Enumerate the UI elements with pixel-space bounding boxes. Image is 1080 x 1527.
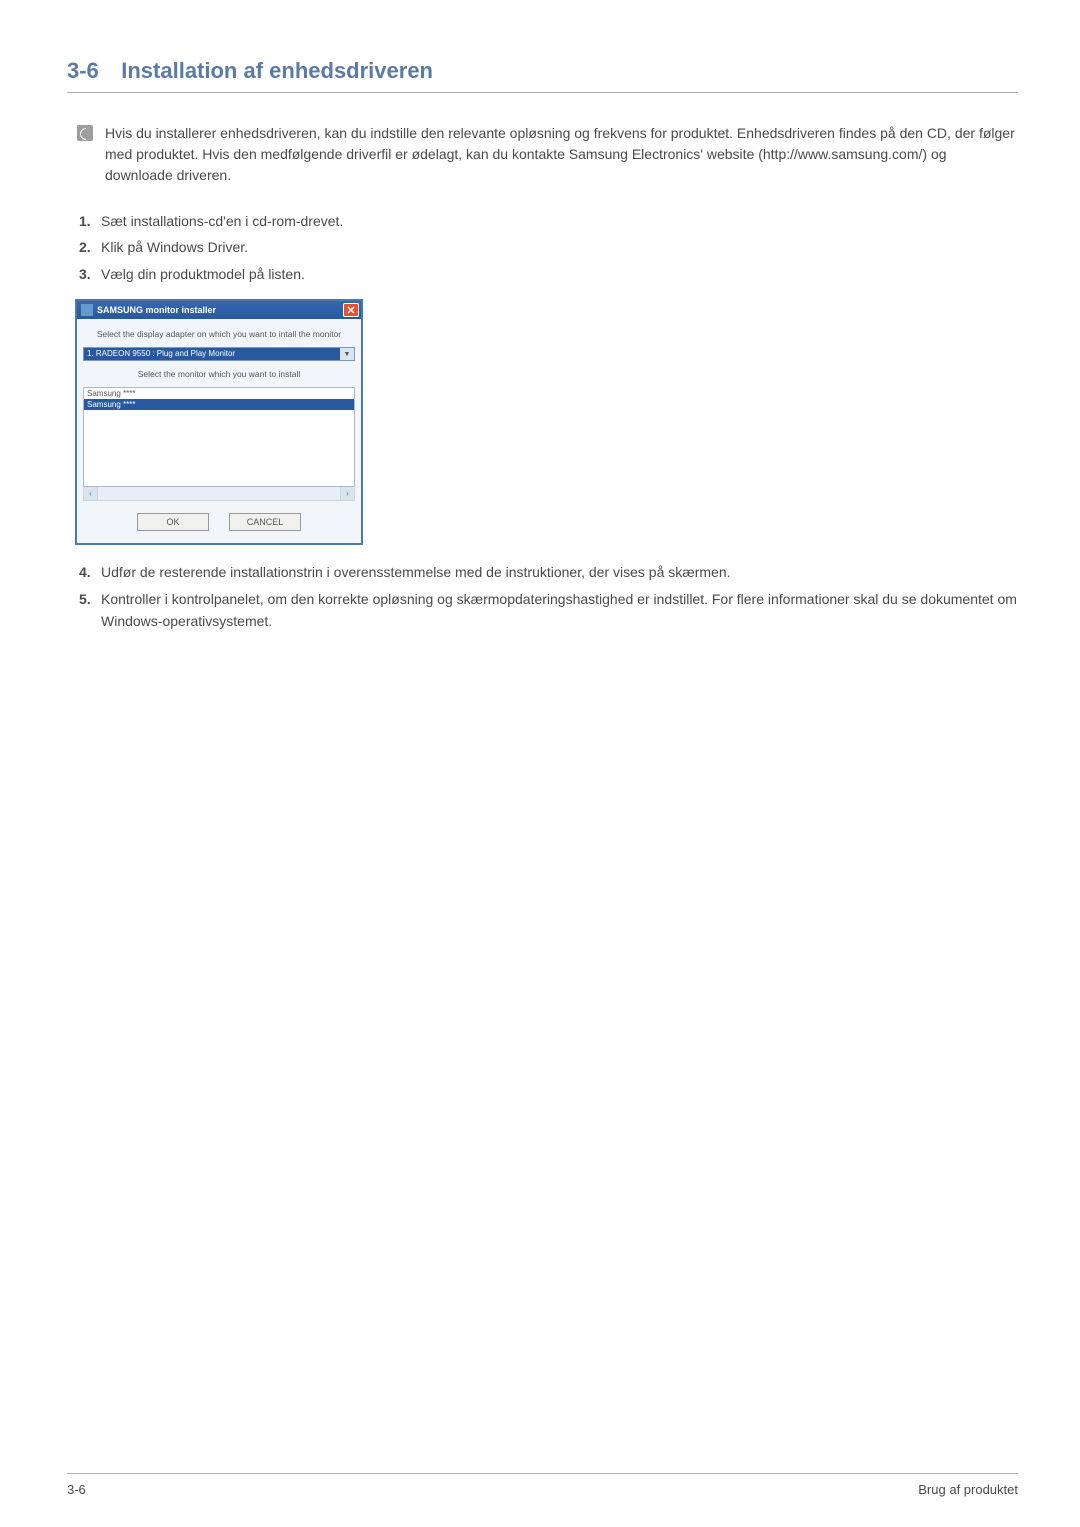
list-number: 4. (79, 561, 101, 583)
list-text: Udfør de resterende installationstrin i … (101, 561, 1018, 583)
section-header: 3-6 Installation af enhedsdriveren (67, 58, 1018, 93)
scroll-left-icon[interactable]: ‹ (84, 487, 98, 500)
list-number: 5. (79, 588, 101, 633)
section-number: 3-6 (67, 58, 99, 84)
list-item: 4. Udfør de resterende installationstrin… (79, 561, 1018, 583)
chevron-down-icon[interactable]: ▼ (340, 348, 354, 360)
list-text: Sæt installations-cd'en i cd-rom-drevet. (101, 210, 1018, 232)
page-footer: 3-6 Brug af produktet (67, 1473, 1018, 1497)
list-item: 2. Klik på Windows Driver. (79, 236, 1018, 258)
note-text: Hvis du installerer enhedsdriveren, kan … (105, 123, 1018, 186)
monitor-label: Select the monitor which you want to ins… (83, 369, 355, 379)
close-button[interactable]: ✕ (343, 303, 359, 317)
horizontal-scrollbar[interactable]: ‹ › (83, 487, 355, 501)
list-text: Kontroller i kontrolpanelet, om den korr… (101, 588, 1018, 633)
list-item: 1. Sæt installations-cd'en i cd-rom-drev… (79, 210, 1018, 232)
section-title: Installation af enhedsdriveren (121, 58, 433, 84)
steps-list-a: 1. Sæt installations-cd'en i cd-rom-drev… (79, 210, 1018, 285)
list-item: 5. Kontroller i kontrolpanelet, om den k… (79, 588, 1018, 633)
monitor-list-item[interactable]: Samsung **** (84, 388, 354, 399)
list-item: 3. Vælg din produktmodel på listen. (79, 263, 1018, 285)
installer-dialog: SAMSUNG monitor installer ✕ Select the d… (75, 299, 363, 545)
list-number: 3. (79, 263, 101, 285)
dialog-body: Select the display adapter on which you … (77, 319, 361, 543)
footer-left: 3-6 (67, 1482, 86, 1497)
footer-right: Brug af produktet (918, 1482, 1018, 1497)
adapter-label: Select the display adapter on which you … (83, 329, 355, 339)
info-icon (77, 125, 93, 141)
list-number: 1. (79, 210, 101, 232)
steps-list-b: 4. Udfør de resterende installationstrin… (79, 561, 1018, 632)
adapter-dropdown[interactable]: 1. RADEON 9550 : Plug and Play Monitor ▼ (83, 347, 355, 361)
note-block: Hvis du installerer enhedsdriveren, kan … (77, 123, 1018, 186)
dialog-titlebar: SAMSUNG monitor installer ✕ (77, 301, 361, 319)
list-number: 2. (79, 236, 101, 258)
list-text: Klik på Windows Driver. (101, 236, 1018, 258)
scroll-right-icon[interactable]: › (340, 487, 354, 500)
dialog-buttons: OK CANCEL (83, 513, 355, 531)
monitor-listbox[interactable]: Samsung **** Samsung **** (83, 387, 355, 487)
dialog-title: SAMSUNG monitor installer (97, 305, 343, 315)
app-icon (81, 304, 93, 316)
cancel-button[interactable]: CANCEL (229, 513, 301, 531)
monitor-list-item-selected[interactable]: Samsung **** (84, 399, 354, 410)
dropdown-value: 1. RADEON 9550 : Plug and Play Monitor (84, 348, 340, 360)
list-text: Vælg din produktmodel på listen. (101, 263, 1018, 285)
ok-button[interactable]: OK (137, 513, 209, 531)
